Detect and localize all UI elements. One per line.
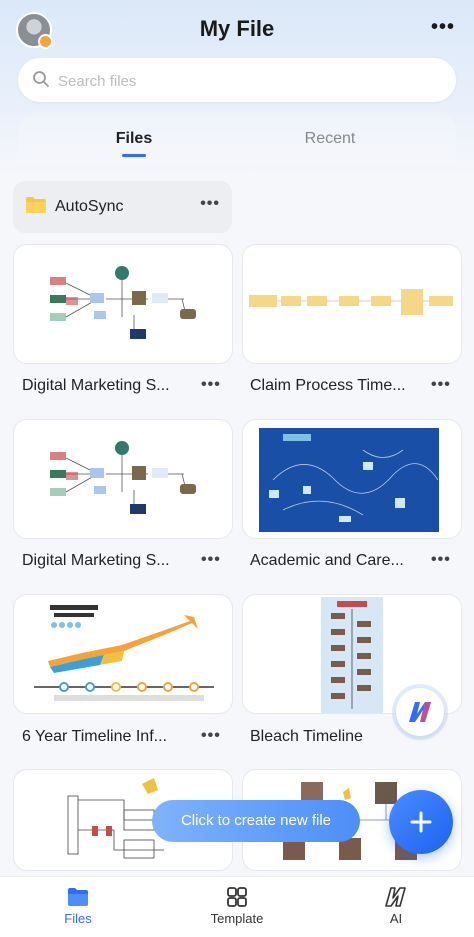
nav-label-files: Files: [64, 911, 92, 926]
file-more-button[interactable]: •••: [431, 551, 451, 569]
tab-bar: Files Recent: [18, 112, 456, 164]
file-card[interactable]: [242, 419, 462, 539]
create-file-button[interactable]: [389, 790, 453, 854]
ai-assistant-button[interactable]: [396, 688, 444, 736]
create-file-tooltip: Click to create new file: [152, 800, 360, 842]
nav-label-ai: AI: [389, 911, 403, 926]
nav-item-ai[interactable]: AI: [351, 877, 441, 937]
process-timeline-thumbnail: [249, 289, 453, 315]
file-title[interactable]: Claim Process Time...: [250, 377, 406, 395]
app-header: My File •••: [0, 0, 474, 60]
search-bar[interactable]: [18, 58, 456, 104]
folder-icon: [68, 888, 88, 906]
file-title[interactable]: 6 Year Timeline Inf...: [22, 728, 167, 746]
timeline-infographic-thumbnail: [34, 605, 214, 701]
file-title[interactable]: Digital Marketing S...: [22, 377, 170, 395]
file-title[interactable]: Bleach Timeline: [250, 728, 363, 746]
autosync-label: AutoSync: [55, 198, 124, 215]
plus-icon: [410, 811, 432, 833]
file-more-button[interactable]: •••: [431, 376, 451, 394]
file-card[interactable]: [13, 244, 233, 364]
tab-recent[interactable]: Recent: [280, 130, 380, 148]
autosync-more-button[interactable]: •••: [200, 195, 220, 213]
page-title: My File: [199, 16, 275, 41]
file-more-button[interactable]: •••: [201, 376, 221, 394]
nav-item-template[interactable]: Template: [192, 877, 282, 937]
file-card[interactable]: [13, 419, 233, 539]
bottom-navigation: Files Template AI: [0, 876, 474, 937]
file-title[interactable]: Academic and Care...: [250, 552, 404, 570]
grid-icon: [227, 887, 247, 907]
file-more-button[interactable]: •••: [201, 727, 221, 745]
flowchart-thumbnail: [50, 266, 196, 339]
active-tab-indicator: [122, 154, 146, 157]
search-icon: [33, 71, 49, 87]
file-card[interactable]: [242, 244, 462, 364]
file-more-button[interactable]: •••: [201, 551, 221, 569]
ai-logo-icon: [409, 702, 431, 722]
folder-icon: [26, 197, 46, 213]
search-input[interactable]: [56, 58, 440, 104]
file-title[interactable]: Digital Marketing S...: [22, 552, 170, 570]
file-card[interactable]: [13, 594, 233, 714]
nav-item-files[interactable]: Files: [33, 877, 123, 937]
flowchart-thumbnail: [50, 441, 196, 514]
more-options-button[interactable]: •••: [426, 14, 460, 44]
nav-label-template: Template: [210, 911, 264, 926]
autosync-folder[interactable]: AutoSync •••: [13, 181, 232, 233]
mindmap-thumbnail: [259, 428, 439, 532]
tab-files[interactable]: Files: [84, 130, 184, 148]
ai-logo-icon: [385, 887, 406, 907]
